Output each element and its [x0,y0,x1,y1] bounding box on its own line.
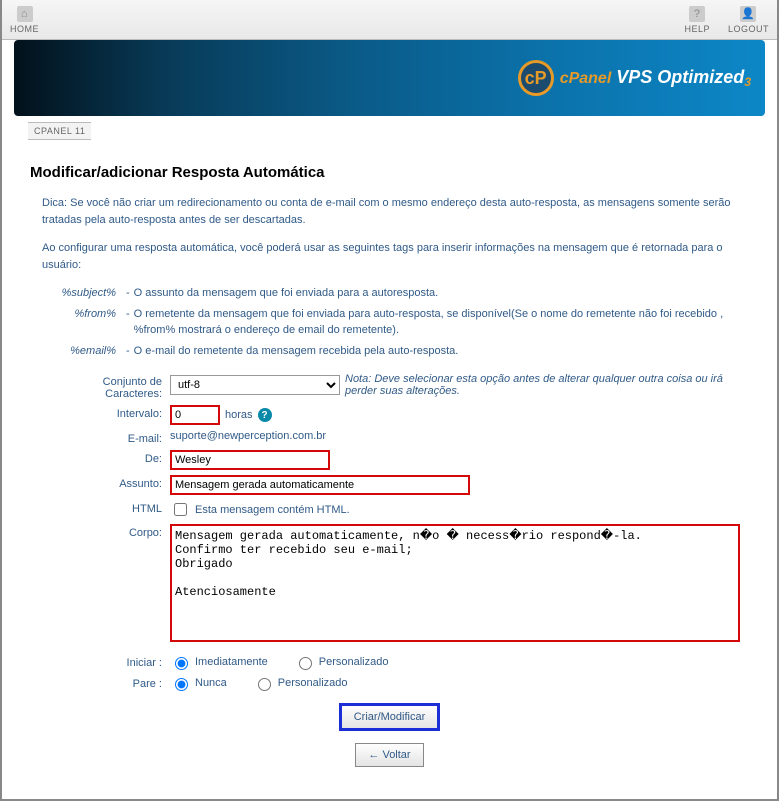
logout-icon: 👤 [740,6,756,22]
subject-input[interactable] [170,475,470,495]
interval-help-icon[interactable]: ? [258,408,272,422]
body-textarea[interactable] [170,524,740,642]
stop-label: Pare : [60,675,170,690]
intro-text: Ao configurar uma resposta automática, v… [42,240,749,273]
start-label: Iniciar : [60,654,170,669]
top-navbar: ⌂ HOME ? HELP 👤 LOGOUT [2,0,777,40]
breadcrumb: CPANEL 11 [28,122,91,140]
email-label: E-mail: [60,430,170,445]
from-label: De: [60,450,170,465]
cpanel-logo-icon: cP [518,60,554,96]
charset-select[interactable]: utf-8 [170,375,340,395]
html-checkbox[interactable] [174,503,187,516]
html-label: HTML [60,500,170,515]
tags-list: %subject% - O assunto da mensagem que fo… [42,285,749,359]
help-icon: ? [689,6,705,22]
brand-orange: cPanel [560,70,612,87]
back-button[interactable]: ← Voltar [355,743,423,767]
body-label: Corpo: [60,524,170,539]
tag-desc: O e-mail do remetente da mensagem recebi… [134,343,459,360]
tag-label: %email% [42,343,122,360]
tag-desc: O assunto da mensagem que foi enviada pa… [134,285,439,302]
logout-label: LOGOUT [728,24,769,34]
home-label: HOME [10,24,39,34]
tag-label: %subject% [42,285,122,302]
tip-text: Dica: Se você não criar um redirecioname… [42,195,749,228]
brand-white: VPS Optimized [611,67,744,87]
tag-row: %from% - O remetente da mensagem que foi… [42,306,749,339]
html-check-label: Esta mensagem contém HTML. [195,504,350,516]
interval-input[interactable] [170,405,220,425]
subject-label: Assunto: [60,475,170,490]
brand-sub: 3 [744,75,751,89]
home-icon: ⌂ [17,6,33,22]
help-link[interactable]: ? HELP [684,6,710,34]
interval-unit: horas [225,409,253,421]
stop-custom-radio[interactable]: Personalizado [253,675,348,691]
start-custom-radio[interactable]: Personalizado [294,654,389,670]
tag-label: %from% [42,306,122,339]
interval-label: Intervalo: [60,405,170,420]
stop-never-radio[interactable]: Nunca [170,675,227,691]
header-banner: cP cPanel VPS Optimized3 [14,40,765,116]
from-input[interactable] [170,450,330,470]
charset-note: Nota: Deve selecionar esta opção antes d… [345,373,749,397]
email-value: suporte@newperception.com.br [170,430,326,442]
logout-link[interactable]: 👤 LOGOUT [728,6,769,34]
tag-desc: O remetente da mensagem que foi enviada … [134,306,749,339]
charset-label: Conjunto de Caracteres: [60,373,170,400]
start-immediate-radio[interactable]: Imediatamente [170,654,268,670]
help-label: HELP [684,24,710,34]
page-title: Modificar/adicionar Resposta Automática [30,164,749,181]
home-link[interactable]: ⌂ HOME [10,6,39,34]
create-modify-button[interactable]: Criar/Modificar [339,703,441,731]
tag-row: %subject% - O assunto da mensagem que fo… [42,285,749,302]
tag-row: %email% - O e-mail do remetente da mensa… [42,343,749,360]
